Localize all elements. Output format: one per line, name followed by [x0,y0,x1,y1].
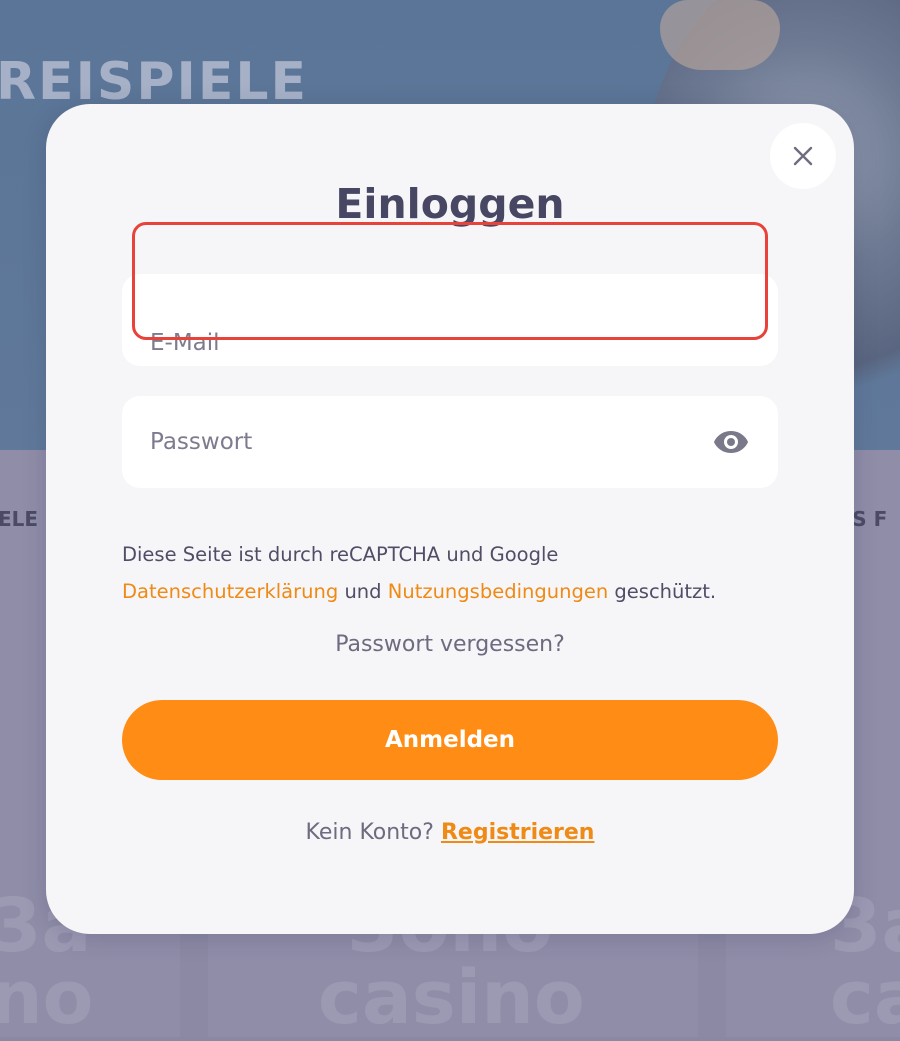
no-account-text: Kein Konto? [305,820,434,845]
recaptcha-notice: Diese Seite ist durch reCAPTCHA und Goog… [122,536,812,610]
and-word: und [344,580,382,603]
recaptcha-suffix: geschützt. [614,580,717,603]
register-prompt: Kein Konto? Registrieren [46,820,854,845]
section-label-left: ELE [0,507,39,531]
eye-icon [714,431,748,453]
hero-title: REISPIELE [0,52,308,112]
email-field-container [122,274,778,366]
login-button[interactable]: Anmelden [122,700,778,780]
recaptcha-prefix: Diese Seite ist durch reCAPTCHA und Goog… [122,543,559,566]
modal-title: Einloggen [335,180,565,228]
password-field-container [122,396,778,488]
register-link[interactable]: Registrieren [441,820,595,845]
terms-link[interactable]: Nutzungsbedingungen [388,580,608,603]
login-modal: Einloggen Diese Seite ist durch reCAPTCH… [46,104,854,934]
close-icon [793,146,813,166]
password-input[interactable] [122,396,778,488]
toggle-password-visibility-button[interactable] [712,424,750,460]
privacy-policy-link[interactable]: Datenschutzerklärung [122,580,338,603]
forgot-password-link[interactable]: Passwort vergessen? [46,632,854,657]
hero-artwork-hand [660,0,780,70]
email-input[interactable] [122,274,778,366]
